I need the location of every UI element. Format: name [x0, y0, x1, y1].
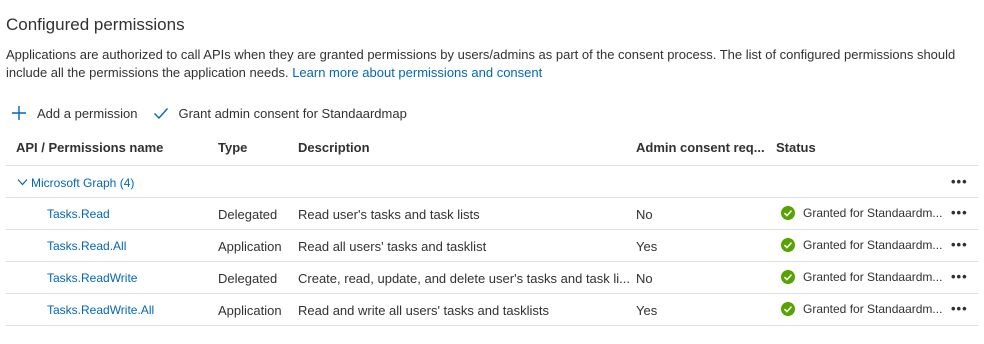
granted-check-icon — [781, 302, 795, 316]
grant-admin-consent-button[interactable]: Grant admin consent for Standaardmap — [153, 105, 407, 121]
plus-icon — [12, 106, 26, 120]
status-text: Granted for Standaardm... — [803, 270, 943, 284]
column-header-type[interactable]: Type — [218, 140, 247, 158]
granted-check-icon — [781, 238, 795, 252]
add-permission-button[interactable]: Add a permission — [11, 105, 137, 121]
more-options-icon[interactable]: ••• — [951, 301, 968, 316]
status-text: Granted for Standaardm... — [803, 302, 943, 316]
permission-name-link[interactable]: Tasks.Read — [47, 207, 110, 221]
divider — [6, 325, 978, 326]
page-title: Configured permissions — [6, 15, 185, 34]
granted-check-icon — [781, 206, 795, 220]
toolbar: Add a permission Grant admin consent for… — [11, 103, 407, 123]
divider — [6, 261, 978, 262]
more-options-icon[interactable]: ••• — [951, 174, 968, 189]
permission-description: Read and write all users' tasks and task… — [298, 303, 550, 318]
admin-consent-required: No — [636, 271, 653, 286]
column-header-description[interactable]: Description — [298, 140, 370, 158]
admin-consent-required: Yes — [636, 239, 658, 254]
permission-name-link[interactable]: Tasks.ReadWrite.All — [47, 303, 154, 317]
description: Applications are authorized to call APIs… — [6, 46, 966, 82]
admin-consent-required: Yes — [636, 303, 658, 318]
permission-type: Application — [218, 303, 282, 318]
more-options-icon[interactable]: ••• — [951, 205, 968, 220]
status-text: Granted for Standaardm... — [803, 206, 943, 220]
divider — [6, 229, 978, 230]
permission-description: Read all users' tasks and tasklist — [298, 239, 487, 254]
status-text: Granted for Standaardm... — [803, 238, 943, 252]
permission-type: Application — [218, 239, 282, 254]
more-options-icon[interactable]: ••• — [951, 237, 968, 252]
chevron-down-icon[interactable] — [17, 178, 28, 186]
permission-name-link[interactable]: Tasks.ReadWrite — [47, 271, 137, 285]
group-label[interactable]: Microsoft Graph (4) — [31, 176, 134, 190]
permission-type: Delegated — [218, 271, 278, 286]
divider — [6, 165, 978, 166]
add-permission-label: Add a permission — [37, 105, 138, 121]
column-header-status[interactable]: Status — [776, 140, 816, 158]
admin-consent-required: No — [636, 207, 653, 222]
checkmark-icon — [154, 108, 169, 120]
permission-description: Read user's tasks and task lists — [298, 207, 480, 222]
divider — [6, 293, 978, 294]
learn-more-link[interactable]: Learn more about permissions and consent — [292, 65, 542, 80]
permission-type: Delegated — [218, 207, 278, 222]
column-header-api[interactable]: API / Permissions name — [16, 140, 163, 158]
grant-admin-consent-label: Grant admin consent for Standaardmap — [178, 105, 407, 121]
permission-description: Create, read, update, and delete user's … — [298, 271, 631, 286]
more-options-icon[interactable]: ••• — [951, 269, 968, 284]
column-header-admin-consent[interactable]: Admin consent req... — [636, 140, 765, 158]
divider — [6, 197, 978, 198]
permission-name-link[interactable]: Tasks.Read.All — [47, 239, 126, 253]
granted-check-icon — [781, 270, 795, 284]
